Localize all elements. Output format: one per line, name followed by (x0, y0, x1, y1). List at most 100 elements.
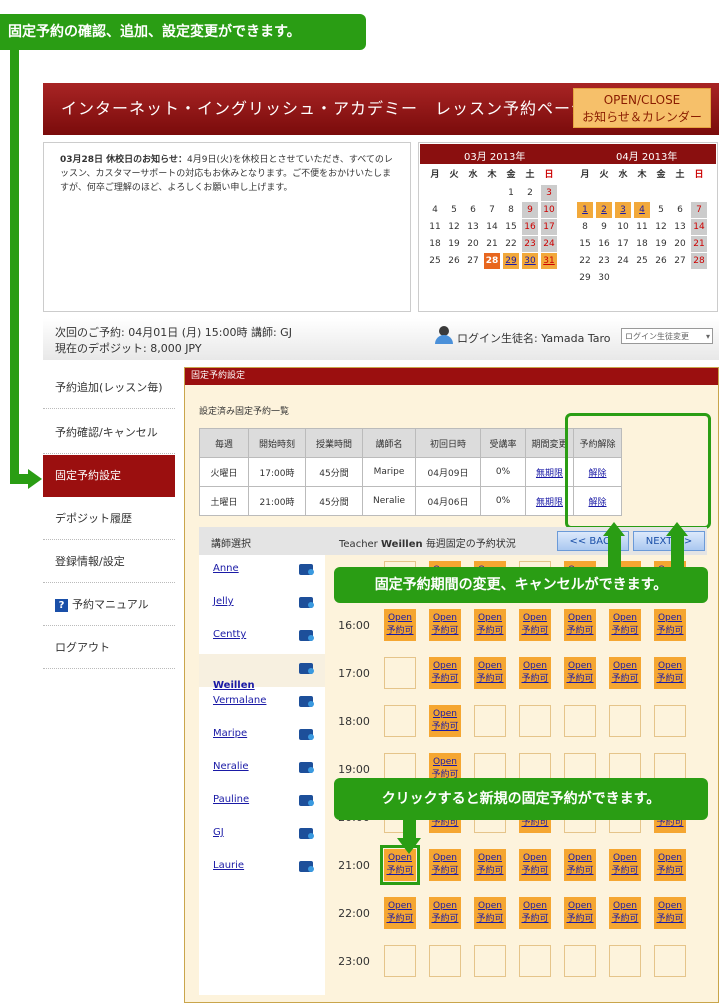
open-slot[interactable]: Open 予約可 (474, 657, 506, 689)
open-slot[interactable]: Open 予約可 (429, 849, 461, 881)
calendar-day[interactable]: 6 (672, 202, 688, 218)
open-slot[interactable]: Open 予約可 (564, 897, 596, 929)
calendar-day[interactable]: 4 (634, 202, 650, 218)
teacher-row[interactable]: GJ (199, 819, 325, 852)
open-slot[interactable]: Open 予約可 (429, 705, 461, 737)
teacher-row[interactable]: Maripe (199, 720, 325, 753)
open-close-button[interactable]: OPEN/CLOSE お知らせ＆カレンダー (573, 88, 711, 128)
calendar-day[interactable]: 19 (446, 236, 462, 252)
teacher-name-link[interactable]: Jelly (213, 596, 234, 607)
open-slot[interactable]: Open 予約可 (654, 657, 686, 689)
calendar-day[interactable]: 26 (653, 253, 669, 269)
teacher-name-link[interactable]: Vermalane (213, 695, 266, 706)
calendar-day[interactable]: 29 (577, 270, 593, 286)
sidebar-item-logout[interactable]: ログアウト (43, 627, 175, 669)
teacher-name-link[interactable]: GJ (213, 827, 224, 838)
open-slot[interactable]: Open 予約可 (609, 609, 641, 641)
profile-card-icon[interactable] (299, 828, 314, 839)
calendar-day[interactable]: 16 (522, 219, 538, 235)
calendar-day[interactable]: 27 (672, 253, 688, 269)
calendar-day[interactable]: 21 (691, 236, 707, 252)
sidebar-item-manual[interactable]: ? 予約マニュアル (43, 584, 175, 626)
calendar-day[interactable]: 6 (465, 202, 481, 218)
teacher-name-link[interactable]: Laurie (213, 860, 244, 871)
profile-card-icon[interactable] (299, 861, 314, 872)
calendar-day[interactable]: 30 (522, 253, 538, 269)
calendar-day[interactable]: 8 (577, 219, 593, 235)
calendar-day[interactable]: 22 (577, 253, 593, 269)
calendar-day[interactable]: 5 (653, 202, 669, 218)
open-slot[interactable]: Open 予約可 (519, 609, 551, 641)
sidebar-item-confirm-cancel[interactable]: 予約確認/キャンセル (43, 412, 175, 454)
open-slot[interactable]: Open 予約可 (564, 849, 596, 881)
period-change-link[interactable]: 無期限 (536, 498, 563, 508)
calendar-day[interactable]: 12 (653, 219, 669, 235)
calendar-day[interactable]: 3 (541, 185, 557, 201)
calendar-day[interactable]: 1 (503, 185, 519, 201)
calendar-day[interactable]: 23 (522, 236, 538, 252)
teacher-row[interactable]: Pauline (199, 786, 325, 819)
open-slot[interactable]: Open 予約可 (609, 897, 641, 929)
open-slot[interactable]: Open 予約可 (609, 849, 641, 881)
calendar-day[interactable]: 11 (427, 219, 443, 235)
calendar-day[interactable]: 9 (522, 202, 538, 218)
teacher-row[interactable]: Anne (199, 555, 325, 588)
calendar-day[interactable]: 18 (427, 236, 443, 252)
sidebar-item-add-lesson[interactable]: 予約追加(レッスン毎) (43, 367, 175, 409)
open-slot[interactable]: Open 予約可 (429, 657, 461, 689)
open-slot[interactable]: Open 予約可 (474, 849, 506, 881)
calendar-day[interactable]: 15 (503, 219, 519, 235)
switch-student-select[interactable]: ログイン生徒変更 ▾ (621, 328, 713, 344)
sidebar-item-settings[interactable]: 登録情報/設定 (43, 541, 175, 583)
calendar-day[interactable]: 14 (484, 219, 500, 235)
open-slot[interactable]: Open 予約可 (474, 897, 506, 929)
calendar-day[interactable]: 29 (503, 253, 519, 269)
open-slot[interactable]: Open 予約可 (654, 849, 686, 881)
calendar-day[interactable]: 26 (446, 253, 462, 269)
calendar-day[interactable]: 25 (634, 253, 650, 269)
teacher-row[interactable]: Laurie (199, 852, 325, 885)
calendar-day[interactable]: 23 (596, 253, 612, 269)
open-slot[interactable]: Open 予約可 (564, 609, 596, 641)
profile-card-icon[interactable] (299, 762, 314, 773)
teacher-row[interactable]: Jelly (199, 588, 325, 621)
teacher-name-link[interactable]: Centty (213, 629, 246, 640)
profile-card-icon[interactable] (299, 696, 314, 707)
calendar-day[interactable]: 10 (615, 219, 631, 235)
period-change-link[interactable]: 無期限 (536, 469, 563, 479)
calendar-day[interactable]: 27 (465, 253, 481, 269)
calendar-day[interactable]: 28 (484, 253, 500, 269)
teacher-name-link[interactable]: Anne (213, 563, 239, 574)
open-slot[interactable]: Open 予約可 (609, 657, 641, 689)
open-slot[interactable]: Open 予約可 (654, 609, 686, 641)
profile-card-icon[interactable] (299, 597, 314, 608)
calendar-day[interactable]: 9 (596, 219, 612, 235)
calendar-day[interactable]: 1 (577, 202, 593, 218)
open-slot[interactable]: Open 予約可 (564, 657, 596, 689)
calendar-day[interactable]: 20 (672, 236, 688, 252)
calendar-day[interactable]: 14 (691, 219, 707, 235)
profile-card-icon[interactable] (299, 663, 314, 674)
calendar-day[interactable]: 17 (541, 219, 557, 235)
calendar-day[interactable]: 22 (503, 236, 519, 252)
open-slot[interactable]: Open 予約可 (654, 897, 686, 929)
teacher-row[interactable]: Neralie (199, 753, 325, 786)
profile-card-icon[interactable] (299, 729, 314, 740)
calendar-day[interactable]: 7 (691, 202, 707, 218)
teacher-name-link[interactable]: Neralie (213, 761, 249, 772)
calendar-day[interactable]: 2 (522, 185, 538, 201)
calendar-day[interactable]: 3 (615, 202, 631, 218)
open-slot[interactable]: Open 予約可 (429, 609, 461, 641)
open-slot[interactable]: Open 予約可 (519, 849, 551, 881)
profile-card-icon[interactable] (299, 564, 314, 575)
teacher-name-link[interactable]: Pauline (213, 794, 249, 805)
calendar-day[interactable]: 5 (446, 202, 462, 218)
calendar-day[interactable]: 16 (596, 236, 612, 252)
calendar-day[interactable]: 30 (596, 270, 612, 286)
calendar-day[interactable]: 13 (465, 219, 481, 235)
calendar-day[interactable]: 21 (484, 236, 500, 252)
calendar-day[interactable]: 18 (634, 236, 650, 252)
calendar-day[interactable]: 25 (427, 253, 443, 269)
sidebar-item-fixed-reservation[interactable]: 固定予約設定 (43, 455, 175, 497)
open-slot[interactable]: Open 予約可 (384, 609, 416, 641)
